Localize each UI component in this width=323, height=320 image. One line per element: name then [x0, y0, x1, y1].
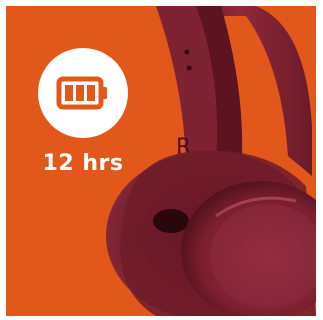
headphones-image: R	[106, 6, 316, 316]
product-feature-image: 12 hrs R	[6, 6, 316, 316]
